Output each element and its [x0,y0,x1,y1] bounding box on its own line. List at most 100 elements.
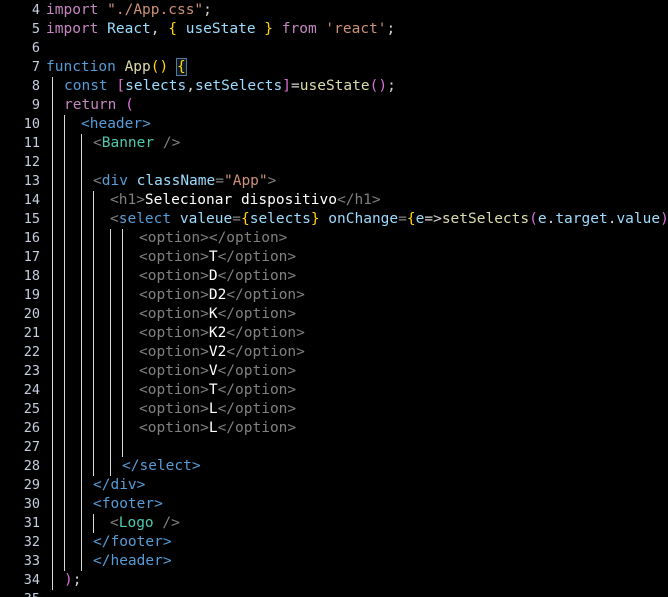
line-content: return ( [64,96,134,115]
code-line[interactable]: 34 ); [0,571,668,590]
token-tag-close: </option> [208,230,288,246]
token-property: target [555,211,608,227]
code-line[interactable]: 14 <h1>Selecionar dispositivo</h1> [0,191,668,210]
code-line[interactable]: 4 import "./App.css"; [0,1,668,20]
token-brace: { [406,211,416,227]
indent-guide [93,305,94,324]
code-line[interactable]: 27 [0,438,668,457]
line-content: function App() { [46,58,187,77]
code-line[interactable]: 8 const [selects,setSelects]=useState(); [0,77,668,96]
indent-guide [122,343,123,362]
code-line[interactable]: 15 <select valeue={selects} onChange={e=… [0,210,668,229]
indent-guide [81,248,82,267]
token-tag-open: <option> [139,325,209,341]
code-line[interactable]: 26 <option>L</option> [0,419,668,438]
token-tag-close: </option> [217,268,297,284]
code-line[interactable]: 7 function App() { [0,58,668,77]
code-line[interactable]: 9 return ( [0,96,668,115]
indent-guide [81,533,82,552]
line-content: <option>V</option> [139,362,296,381]
line-content: <option>K</option> [139,305,296,324]
line-content: <option>D</option> [139,267,296,286]
indent-guide [81,305,82,324]
token-brace: } [264,21,274,37]
code-line[interactable]: 20 <option>K</option> [0,305,668,324]
line-content: </select> [122,457,201,476]
token-tag-close: </option> [217,249,297,265]
code-line[interactable]: 10 <header> [0,115,668,134]
code-line[interactable]: 11 <Banner /> [0,134,668,153]
code-line[interactable]: 33 </header> [0,552,668,571]
line-number: 15 [23,211,40,227]
line-number: 23 [23,363,40,379]
indent-guide [81,267,82,286]
token-tag-open: <option> [139,249,209,265]
token-component: Logo [118,515,154,531]
code-line[interactable]: 5 import React, { useState } from 'react… [0,20,668,39]
token-option-value: L [208,401,218,417]
token-parens: () [150,59,169,75]
line-number: 10 [23,116,40,132]
token-tag-open: <h1> [110,192,145,208]
token-function-call: useState [299,78,370,94]
indent-guide [122,286,123,305]
code-line[interactable]: 19 <option>D2</option> [0,286,668,305]
code-line[interactable]: 12 [0,153,668,172]
code-line[interactable]: 29 </div> [0,476,668,495]
indent-guide [64,267,65,286]
token-attribute: valeue [179,211,233,227]
indent-guide [110,286,111,305]
line-content: <Logo /> [110,514,180,533]
token-semicolon: ; [203,2,212,18]
line-number: 9 [31,97,40,113]
indent-guide [64,115,65,134]
indent-guide [64,457,65,476]
indent-guide [122,248,123,267]
indent-guide [64,172,65,191]
token-tag: </header> [93,553,172,569]
line-content: ); [64,571,81,590]
code-line[interactable]: 31 <Logo /> [0,514,668,533]
indent-guide [81,210,82,229]
indent-guide [110,438,111,457]
indent-guide [81,495,82,514]
token-tag-open: <option> [139,420,209,436]
indent-guide [52,96,53,115]
token-identifier: useState [185,21,256,37]
token-angle: /> [153,515,180,531]
code-line[interactable]: 28 </select> [0,457,668,476]
code-line[interactable]: 24 <option>T</option> [0,381,668,400]
code-line[interactable]: 32 </footer> [0,533,668,552]
code-line-active[interactable]: 35 [0,590,668,597]
indent-guide [110,381,111,400]
code-editor[interactable]: 4 import "./App.css"; 5 import React, { … [0,0,668,597]
line-number: 31 [23,515,40,531]
line-content: <select valeue={selects} onChange={e=>se… [110,210,668,229]
code-line[interactable]: 18 <option>D</option> [0,267,668,286]
indent-guide [81,476,82,495]
line-number: 27 [23,439,40,455]
code-line[interactable]: 17 <option>T</option> [0,248,668,267]
code-line[interactable]: 6 [0,39,668,58]
indent-guide [52,457,53,476]
code-line[interactable]: 25 <option>L</option> [0,400,668,419]
indent-guide [122,381,123,400]
token-operator: = [232,211,241,227]
code-line[interactable]: 16 <option></option> [0,229,668,248]
code-line[interactable]: 30 <footer> [0,495,668,514]
token-operator: = [398,211,407,227]
indent-guide [52,153,53,172]
token-tag: div [101,173,128,189]
token-tag-close: </h1> [336,192,381,208]
line-number: 8 [31,78,40,94]
token-tag: </div> [93,477,146,493]
indent-guide [93,438,94,457]
code-line[interactable]: 22 <option>V2</option> [0,343,668,362]
code-line[interactable]: 23 <option>V</option> [0,362,668,381]
token-parens: () [369,78,388,94]
line-content: <option></option> [139,229,287,248]
code-line[interactable]: 13 <div className="App"> [0,172,668,191]
code-line[interactable]: 21 <option>K2</option> [0,324,668,343]
token-keyword: from [281,21,317,37]
